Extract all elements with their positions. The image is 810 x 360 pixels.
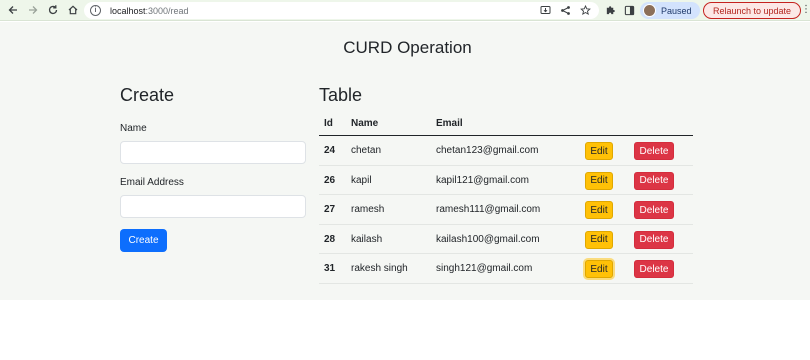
email-label: Email Address — [120, 177, 184, 188]
forward-arrow-icon[interactable] — [23, 0, 43, 20]
site-info-icon[interactable]: i — [90, 5, 101, 16]
edit-button[interactable]: Edit — [585, 142, 613, 160]
row-name: ramesh — [351, 204, 385, 216]
reload-icon[interactable] — [43, 0, 63, 20]
back-arrow-icon[interactable] — [3, 0, 23, 20]
star-icon[interactable] — [580, 5, 591, 16]
row-email: kailash100@gmail.com — [436, 233, 540, 245]
name-input[interactable] — [120, 141, 306, 164]
delete-button[interactable]: Delete — [634, 142, 674, 160]
avatar — [643, 4, 656, 17]
column-header-email: Email — [436, 118, 463, 129]
email-input[interactable] — [120, 195, 306, 218]
edit-button[interactable]: Edit — [585, 230, 613, 249]
home-icon[interactable] — [63, 0, 83, 20]
delete-button[interactable]: Delete — [634, 201, 674, 220]
row-email: singh121@gmail.com — [436, 263, 533, 275]
table-row: 31 rakesh singh singh121@gmail.com Edit … — [319, 254, 693, 284]
delete-button[interactable]: Delete — [634, 230, 674, 249]
row-email: chetan123@gmail.com — [436, 145, 539, 156]
row-name: rakesh singh — [351, 263, 408, 275]
share-icon[interactable] — [560, 5, 571, 16]
column-header-id: Id — [324, 118, 333, 129]
delete-button[interactable]: Delete — [634, 260, 674, 279]
row-email: kapil121@gmail.com — [436, 174, 529, 186]
page-title: CURD Operation — [343, 38, 472, 57]
kebab-menu-icon[interactable]: ⋮ — [801, 4, 810, 16]
name-label: Name — [120, 123, 147, 134]
row-id: 27 — [324, 204, 336, 216]
create-button[interactable]: Create — [120, 229, 167, 252]
row-id: 28 — [324, 233, 336, 245]
create-heading: Create — [120, 85, 175, 105]
puzzle-icon[interactable] — [604, 4, 616, 16]
row-name: kailash — [351, 233, 383, 245]
delete-button[interactable]: Delete — [634, 171, 674, 190]
url-host: localhost — [110, 5, 146, 16]
page-content: CURD Operation Create Name Email Address… — [0, 22, 810, 300]
row-name: chetan — [351, 145, 382, 156]
url-path: :3000/read — [145, 5, 189, 16]
table-row: 26 kapil kapil121@gmail.com Edit Delete — [319, 166, 693, 196]
table-header: Id Name Email — [319, 112, 693, 136]
table-row: 27 ramesh ramesh111@gmail.com Edit Delet… — [319, 195, 693, 225]
table-row: 28 kailash kailash100@gmail.com Edit Del… — [319, 225, 693, 255]
browser-toolbar: i localhost:3000/read Paused Relaunch to… — [0, 0, 810, 21]
relaunch-button[interactable]: Relaunch to update — [703, 2, 801, 19]
row-id: 26 — [324, 174, 336, 186]
edit-button[interactable]: Edit — [585, 171, 613, 190]
row-id: 31 — [324, 263, 336, 275]
url-text: localhost:3000/read — [110, 6, 189, 16]
install-app-icon[interactable] — [540, 5, 551, 16]
side-panel-icon[interactable] — [623, 4, 635, 16]
edit-button[interactable]: Edit — [585, 201, 613, 220]
row-name: kapil — [351, 174, 372, 186]
address-bar[interactable]: i localhost:3000/read — [84, 2, 599, 19]
row-email: ramesh111@gmail.com — [436, 204, 541, 216]
table-row: 24 chetan chetan123@gmail.com Edit Delet… — [319, 136, 693, 166]
row-id: 24 — [324, 145, 336, 156]
table-heading: Table — [319, 85, 363, 105]
column-header-name: Name — [351, 118, 379, 129]
users-table: Id Name Email 24 chetan chetan123@gmail.… — [319, 112, 693, 284]
profile-chip[interactable]: Paused — [640, 2, 700, 19]
edit-button[interactable]: Edit — [585, 260, 613, 279]
profile-status: Paused — [661, 5, 692, 16]
